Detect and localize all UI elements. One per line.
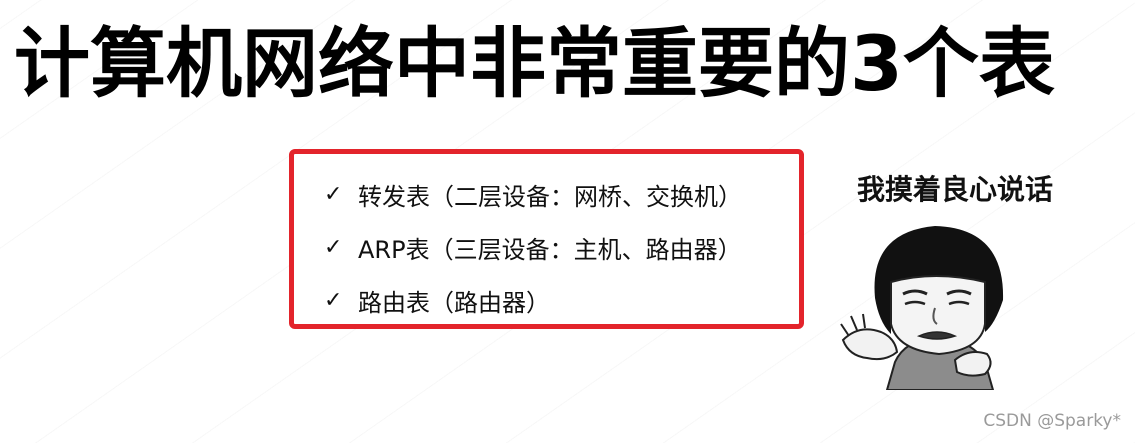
check-icon: ✓ bbox=[324, 288, 343, 313]
credit-watermark: CSDN @Sparky* bbox=[983, 411, 1121, 431]
list-item: ✓ ARP表（三层设备：主机、路由器） bbox=[324, 221, 742, 274]
list-item: ✓ 路由表（路由器） bbox=[324, 274, 742, 327]
check-icon: ✓ bbox=[324, 235, 343, 260]
meme-caption: 我摸着良心说话 bbox=[856, 173, 1053, 206]
meme-sticker: 我摸着良心说话 bbox=[835, 160, 1085, 390]
tables-list: ✓ 转发表（二层设备：网桥、交换机） ✓ ARP表（三层设备：主机、路由器） ✓… bbox=[324, 168, 742, 327]
list-item-text: 路由表（路由器） bbox=[358, 289, 550, 317]
list-item: ✓ 转发表（二层设备：网桥、交换机） bbox=[324, 168, 742, 221]
list-item-text: 转发表（二层设备：网桥、交换机） bbox=[358, 183, 742, 211]
tables-box: ✓ 转发表（二层设备：网桥、交换机） ✓ ARP表（三层设备：主机、路由器） ✓… bbox=[289, 149, 804, 329]
meme-face-image bbox=[840, 226, 1004, 390]
slide-title: 计算机网络中非常重要的3个表 bbox=[14, 19, 1055, 108]
list-item-text: ARP表（三层设备：主机、路由器） bbox=[358, 236, 742, 264]
check-icon: ✓ bbox=[324, 182, 343, 207]
